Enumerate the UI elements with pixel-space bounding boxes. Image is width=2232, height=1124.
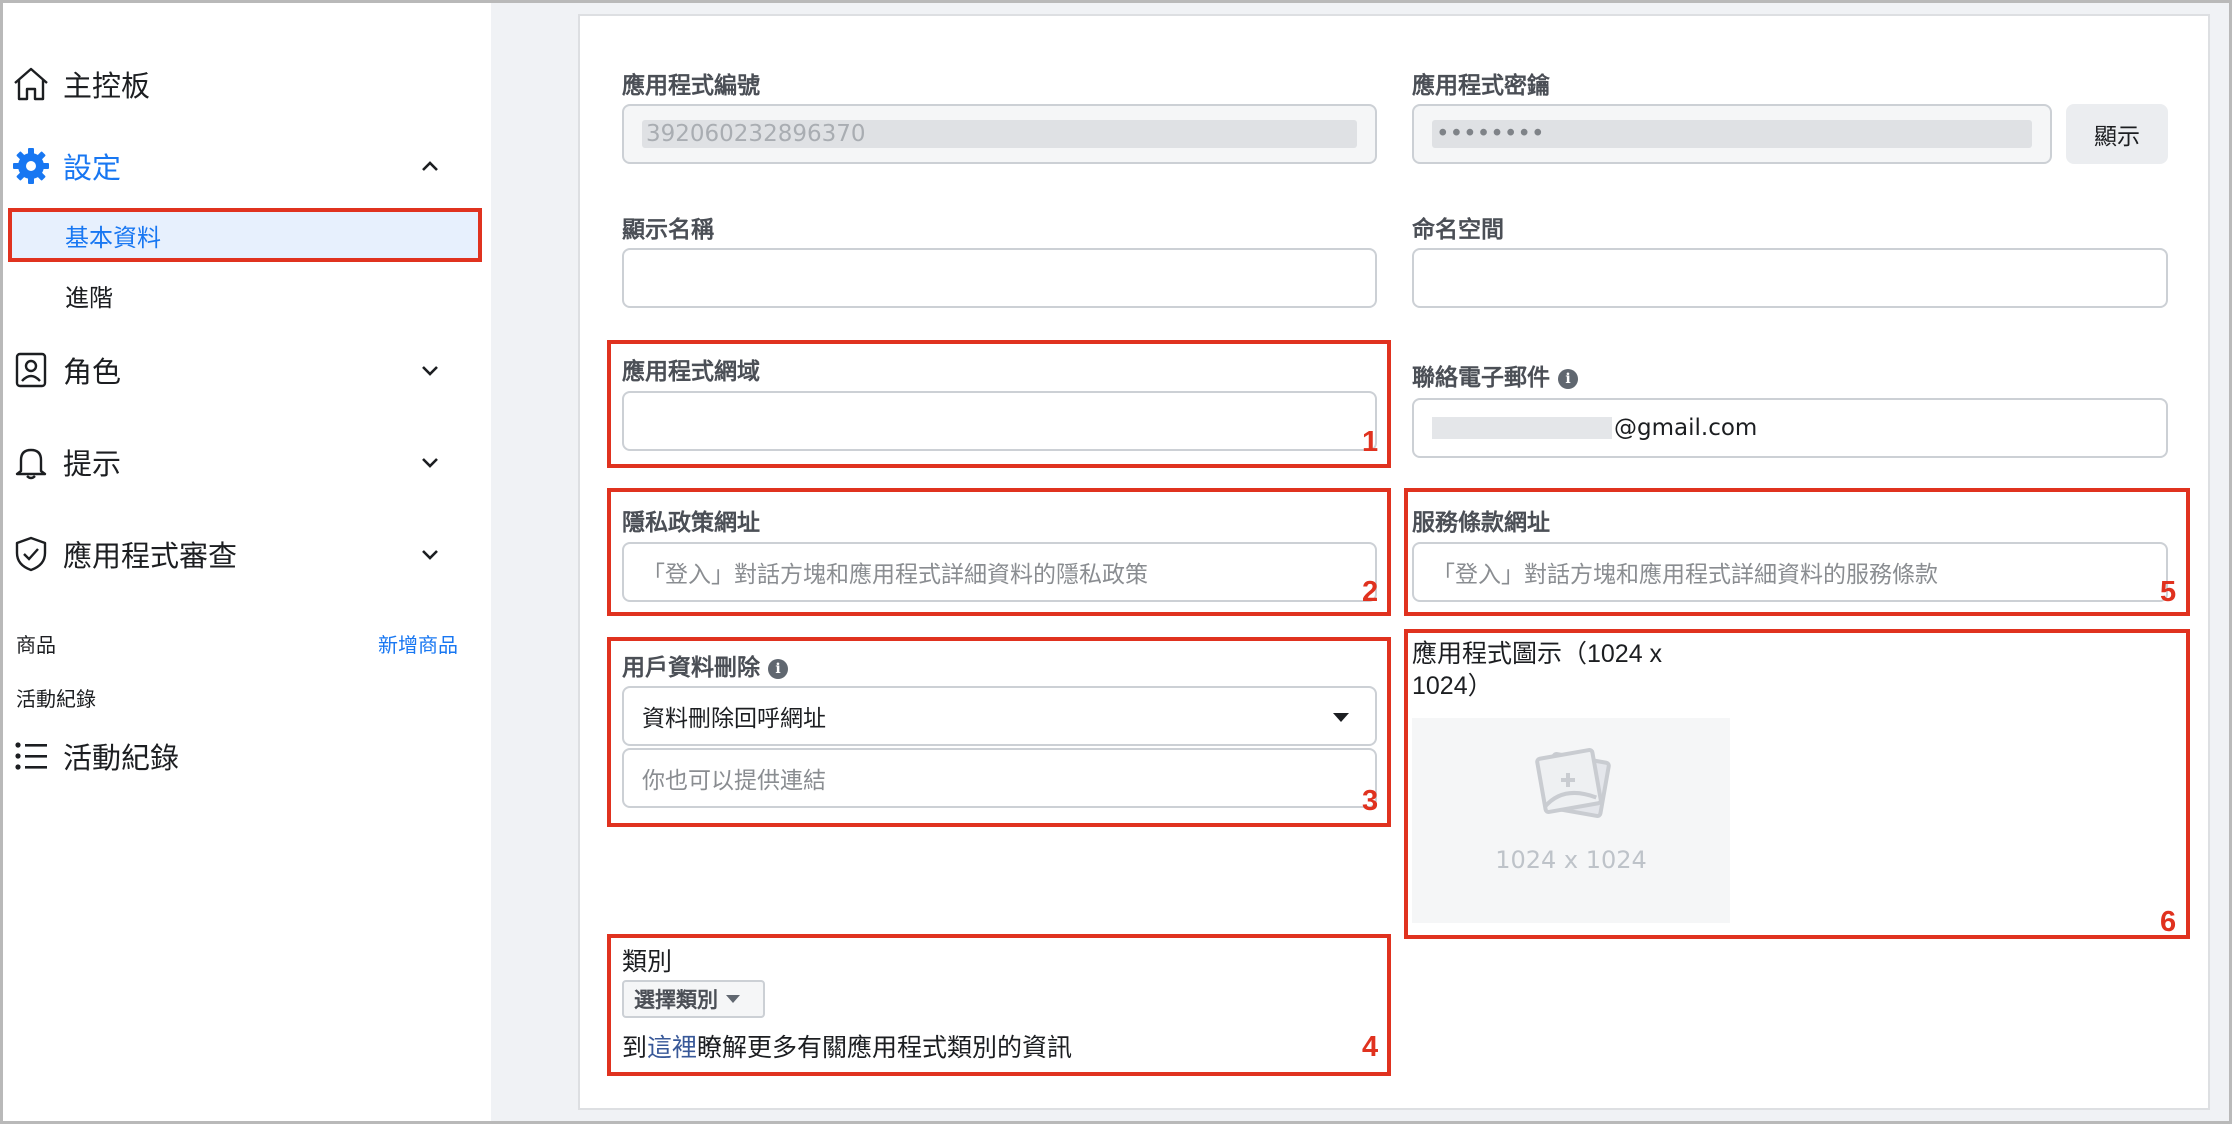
nav-activity-log[interactable]: 活動紀錄 bbox=[3, 721, 491, 791]
sidebar: 主控板 設定 基本資料 進階 角色 提示 應用程式審查 商品 新增商品 活動紀錄… bbox=[3, 3, 491, 1121]
app-icon-label-line1: 應用程式圖示（1024 x bbox=[1412, 640, 1663, 668]
annotation-number-4: 4 bbox=[1362, 1031, 1379, 1063]
annotation-number-3: 3 bbox=[1362, 785, 1379, 817]
nav-roles[interactable]: 角色 bbox=[3, 335, 491, 405]
app-domains-input[interactable] bbox=[622, 391, 1377, 451]
app-id-field[interactable]: 392060232896370 bbox=[622, 104, 1377, 164]
app-secret-field[interactable]: •••••••• bbox=[1412, 104, 2052, 164]
terms-url-input[interactable]: 「登入」對話方塊和應用程式詳細資料的服務條款 bbox=[1412, 542, 2168, 602]
app-icon-size: 1024 x 1024 bbox=[1495, 846, 1647, 874]
app-icon-label-line2: 1024） bbox=[1412, 672, 1493, 700]
nav-app-review[interactable]: 應用程式審查 bbox=[3, 519, 491, 589]
annotation-number-2: 2 bbox=[1362, 576, 1379, 608]
nav-dashboard-label: 主控板 bbox=[63, 69, 151, 103]
id-badge-icon bbox=[11, 350, 51, 390]
category-hint-prefix: 到 bbox=[622, 1033, 648, 1062]
app-id-value: 392060232896370 bbox=[642, 120, 1357, 148]
gear-icon bbox=[11, 146, 51, 186]
info-icon[interactable]: i bbox=[768, 658, 788, 679]
annotation-number-5: 5 bbox=[2160, 576, 2177, 608]
privacy-url-label: 隱私政策網址 bbox=[622, 509, 760, 535]
nav-activity-log-label: 活動紀錄 bbox=[63, 741, 180, 775]
nav-alerts[interactable]: 提示 bbox=[3, 427, 491, 497]
redacted-email-block bbox=[1432, 417, 1612, 439]
app-secret-label: 應用程式密鑰 bbox=[1412, 72, 1550, 98]
annotation-number-1: 1 bbox=[1362, 426, 1379, 458]
app-icon-label: 應用程式圖示（1024 x 1024） bbox=[1412, 638, 1662, 702]
display-name-label: 顯示名稱 bbox=[622, 216, 714, 242]
data-deletion-placeholder: 你也可以提供連結 bbox=[642, 768, 826, 794]
chevron-down-icon[interactable] bbox=[415, 447, 445, 477]
category-hint: 到這裡瞭解更多有關應用程式類別的資訊 bbox=[622, 1028, 1072, 1064]
chevron-down-icon[interactable] bbox=[415, 355, 445, 385]
sidebar-item-basic-label: 基本資料 bbox=[65, 223, 161, 252]
nav-settings-label: 設定 bbox=[63, 151, 122, 185]
namespace-label: 命名空間 bbox=[1412, 216, 1504, 242]
image-upload-icon bbox=[1535, 748, 1611, 818]
nav-roles-label: 角色 bbox=[63, 355, 122, 389]
choose-category-label: 選擇類別 bbox=[634, 988, 718, 1012]
contact-email-label: 聯絡電子郵件 i bbox=[1412, 358, 1578, 392]
app-secret-value: •••••••• bbox=[1432, 120, 2032, 148]
terms-url-placeholder: 「登入」對話方塊和應用程式詳細資料的服務條款 bbox=[1432, 562, 1938, 588]
category-label: 類別 bbox=[622, 948, 673, 976]
contact-email-input[interactable]: @gmail.com bbox=[1412, 398, 2168, 458]
app-icon-upload[interactable]: 1024 x 1024 bbox=[1412, 718, 1730, 923]
privacy-url-input[interactable]: 「登入」對話方塊和應用程式詳細資料的隱私政策 bbox=[622, 542, 1377, 602]
caret-down-icon bbox=[1333, 713, 1349, 722]
display-name-input[interactable] bbox=[622, 248, 1377, 308]
home-icon bbox=[11, 64, 51, 104]
data-deletion-url-input[interactable]: 你也可以提供連結 bbox=[622, 748, 1377, 808]
sidebar-item-advanced[interactable]: 進階 bbox=[8, 270, 481, 320]
choose-category-button[interactable]: 選擇類別 bbox=[622, 980, 765, 1018]
data-deletion-label: 用戶資料刪除 i bbox=[622, 648, 788, 682]
shield-check-icon bbox=[11, 534, 51, 574]
annotation-number-6: 6 bbox=[2160, 906, 2177, 938]
terms-url-label: 服務條款網址 bbox=[1412, 509, 1550, 535]
chevron-down-icon[interactable] bbox=[415, 539, 445, 569]
data-deletion-label-text: 用戶資料刪除 bbox=[622, 654, 760, 680]
list-icon bbox=[11, 736, 51, 776]
contact-email-label-text: 聯絡電子郵件 bbox=[1412, 364, 1550, 390]
bell-icon bbox=[11, 442, 51, 482]
app-id-label: 應用程式編號 bbox=[622, 72, 760, 98]
contact-email-value: @gmail.com bbox=[1614, 415, 1758, 441]
data-deletion-select[interactable]: 資料刪除回呼網址 bbox=[622, 686, 1377, 746]
caret-down-icon bbox=[726, 995, 740, 1003]
nav-alerts-label: 提示 bbox=[63, 447, 122, 481]
nav-dashboard[interactable]: 主控板 bbox=[3, 49, 491, 119]
sidebar-item-advanced-label: 進階 bbox=[65, 283, 113, 312]
info-icon[interactable]: i bbox=[1558, 368, 1578, 389]
show-secret-button[interactable]: 顯示 bbox=[2066, 104, 2168, 164]
chevron-up-icon[interactable] bbox=[415, 151, 445, 181]
add-product-link[interactable]: 新增商品 bbox=[378, 629, 458, 658]
app-domains-label: 應用程式網域 bbox=[622, 358, 760, 384]
data-deletion-selected: 資料刪除回呼網址 bbox=[642, 706, 826, 732]
privacy-url-placeholder: 「登入」對話方塊和應用程式詳細資料的隱私政策 bbox=[642, 562, 1148, 588]
products-section-label: 商品 bbox=[16, 633, 56, 657]
sidebar-item-basic[interactable]: 基本資料 bbox=[8, 210, 481, 260]
namespace-input[interactable] bbox=[1412, 248, 2168, 308]
nav-app-review-label: 應用程式審查 bbox=[63, 539, 238, 573]
activity-section-label: 活動紀錄 bbox=[16, 687, 96, 711]
nav-settings[interactable]: 設定 bbox=[3, 131, 491, 201]
category-hint-suffix: 瞭解更多有關應用程式類別的資訊 bbox=[697, 1033, 1073, 1062]
category-hint-link[interactable]: 這裡 bbox=[647, 1033, 697, 1062]
